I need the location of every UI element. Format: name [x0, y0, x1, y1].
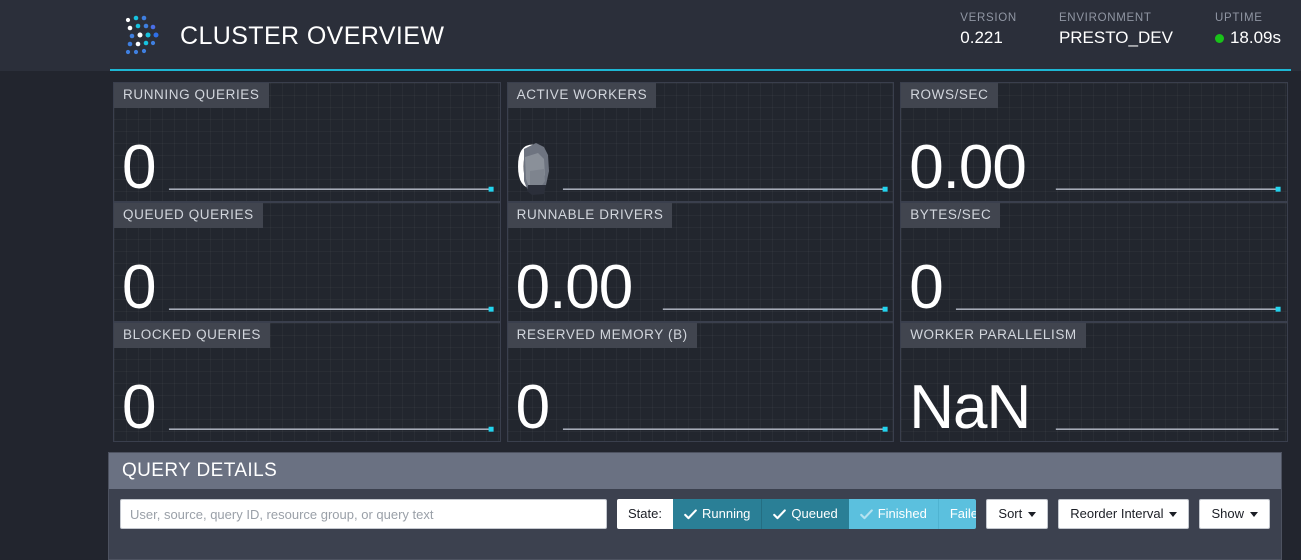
stat-card-bytes-per-sec: BYTES/SEC 0	[897, 202, 1291, 322]
status-dot-icon	[1214, 33, 1224, 43]
search-input[interactable]	[120, 499, 608, 529]
stat-card-value: 0.00	[515, 253, 634, 322]
check-icon	[684, 508, 697, 519]
stat-card-value: 0	[515, 373, 550, 442]
stat-card-label: QUEUED QUERIES	[114, 203, 263, 228]
stat-card-rows-per-sec: ROWS/SEC 0.00	[897, 82, 1291, 202]
stat-card-label: RUNNABLE DRIVERS	[507, 203, 673, 228]
page-title: CLUSTER OVERVIEW	[180, 21, 445, 50]
stat-card-label: ROWS/SEC	[901, 83, 998, 108]
stat-card-value: 0	[122, 133, 156, 202]
stat-card-value: 0	[122, 373, 156, 442]
version-value: 0.221	[960, 28, 1003, 47]
stat-card-label: BLOCKED QUERIES	[114, 323, 271, 348]
header-stat-uptime: UPTIME 18.09s	[1214, 12, 1281, 49]
state-filter-failed-label: Failed	[949, 506, 977, 521]
state-filter-queued-label: Queued	[791, 506, 838, 521]
state-filter-queued[interactable]: Queued	[761, 499, 849, 529]
stat-card-blocked-queries: BLOCKED QUERIES 0	[110, 322, 504, 442]
query-details-title: QUERY DETAILS	[122, 460, 278, 481]
chevron-down-icon	[1169, 511, 1178, 517]
stat-card-reserved-memory: RESERVED MEMORY (B) 0	[504, 322, 898, 442]
presto-dots-logo-icon	[125, 15, 159, 55]
stat-card-running-queries: RUNNING QUERIES 0	[110, 82, 504, 202]
header-accent-rule	[110, 69, 1291, 71]
uptime-label: UPTIME	[1214, 12, 1263, 24]
stat-card-label: BYTES/SEC	[901, 203, 1001, 228]
version-label: VERSION	[960, 12, 1017, 24]
state-filter-group: State: Running Queued Finished Faile	[617, 499, 977, 529]
stat-card-label: WORKER PARALLELISM	[901, 323, 1086, 348]
check-icon	[859, 508, 873, 519]
header-inner: CLUSTER OVERVIEW VERSION 0.221 ENVIRONME…	[110, 0, 1291, 71]
query-details-panel: QUERY DETAILS State: Running Queued	[108, 452, 1282, 560]
state-filter-failed[interactable]: Failed	[937, 499, 977, 529]
reorder-interval-menu-label: Reorder Interval	[1070, 506, 1164, 521]
stat-card-label: ACTIVE WORKERS	[507, 83, 657, 108]
state-filter-running-label: Running	[701, 506, 751, 521]
stat-card-value: 0	[515, 133, 550, 202]
uptime-value: 18.09s	[1229, 28, 1281, 47]
show-menu-button[interactable]: Show	[1199, 499, 1270, 529]
chevron-down-icon	[1250, 511, 1258, 517]
uptime-value-wrap: 18.09s	[1214, 27, 1281, 49]
stat-card-queued-queries: QUEUED QUERIES 0	[110, 202, 504, 322]
stat-card-label: RESERVED MEMORY (B)	[507, 323, 697, 348]
stat-card-worker-parallelism: WORKER PARALLELISM NaN	[897, 322, 1291, 442]
stat-card-grid: RUNNING QUERIES 0 ACTIVE WORKERS 0 ROWS/…	[110, 82, 1291, 442]
app-header: CLUSTER OVERVIEW VERSION 0.221 ENVIRONME…	[0, 0, 1301, 71]
state-filter-label: State:	[617, 499, 673, 529]
check-icon	[773, 508, 787, 519]
stat-card-runnable-drivers: RUNNABLE DRIVERS 0.00	[504, 202, 898, 322]
state-filter-finished-label: Finished	[877, 506, 927, 521]
query-details-header: QUERY DETAILS	[109, 453, 1281, 489]
sort-menu-button[interactable]: Sort	[986, 499, 1049, 529]
chevron-down-icon	[1028, 511, 1037, 517]
query-details-toolbar: State: Running Queued	[109, 489, 1281, 529]
environment-value: PRESTO_DEV	[1058, 28, 1173, 47]
header-stat-version: VERSION 0.221	[960, 12, 1017, 49]
stat-card-label: RUNNING QUERIES	[114, 83, 269, 108]
stat-card-value: 0.00	[909, 133, 1027, 202]
state-filter-finished[interactable]: Finished	[848, 499, 938, 529]
header-stats: VERSION 0.221 ENVIRONMENT PRESTO_DEV UPT…	[960, 12, 1281, 49]
stat-card-value: 0	[909, 253, 943, 322]
show-menu-label: Show	[1211, 506, 1244, 521]
reorder-interval-menu-button[interactable]: Reorder Interval	[1058, 499, 1190, 529]
header-stat-environment: ENVIRONMENT PRESTO_DEV	[1059, 12, 1173, 49]
environment-label: ENVIRONMENT	[1058, 12, 1152, 24]
stat-card-value: 0	[122, 253, 156, 322]
state-filter-running[interactable]: Running	[672, 499, 762, 529]
stat-card-value: NaN	[909, 373, 1031, 442]
cluster-overview-page: CLUSTER OVERVIEW VERSION 0.221 ENVIRONME…	[0, 0, 1301, 560]
sort-menu-label: Sort	[998, 506, 1023, 521]
brand[interactable]: CLUSTER OVERVIEW	[122, 10, 444, 62]
stat-card-active-workers: ACTIVE WORKERS 0	[504, 82, 898, 202]
